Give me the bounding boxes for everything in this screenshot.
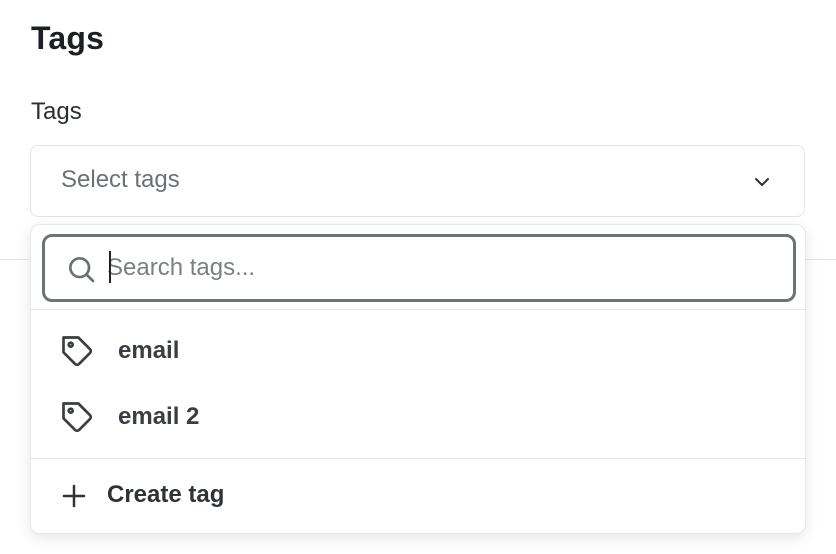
create-tag-label: Create tag [107, 481, 225, 508]
search-icon [69, 257, 95, 283]
select-placeholder: Select tags [61, 166, 180, 193]
chevron-down-icon [755, 178, 769, 186]
tag-option[interactable]: email 2 [31, 385, 805, 449]
plus-icon [62, 484, 86, 508]
tag-icon [62, 402, 93, 433]
tag-option-label: email 2 [118, 403, 200, 430]
tag-icon [62, 336, 93, 367]
dropdown-divider [31, 309, 805, 310]
tags-select[interactable]: Select tags [30, 145, 805, 217]
dropdown-divider [31, 458, 805, 459]
tag-option[interactable]: email [31, 319, 805, 383]
section-title: Tags [31, 20, 105, 56]
text-caret [109, 251, 111, 283]
search-field[interactable] [42, 234, 796, 302]
tag-option-label: email [118, 337, 180, 364]
search-input[interactable] [107, 247, 767, 289]
tags-field-label: Tags [31, 98, 82, 125]
tags-dropdown: email email 2 Create tag [30, 224, 806, 534]
create-tag-button[interactable]: Create tag [31, 465, 805, 527]
tags-page: Tags Tags Select tags email [0, 0, 836, 554]
